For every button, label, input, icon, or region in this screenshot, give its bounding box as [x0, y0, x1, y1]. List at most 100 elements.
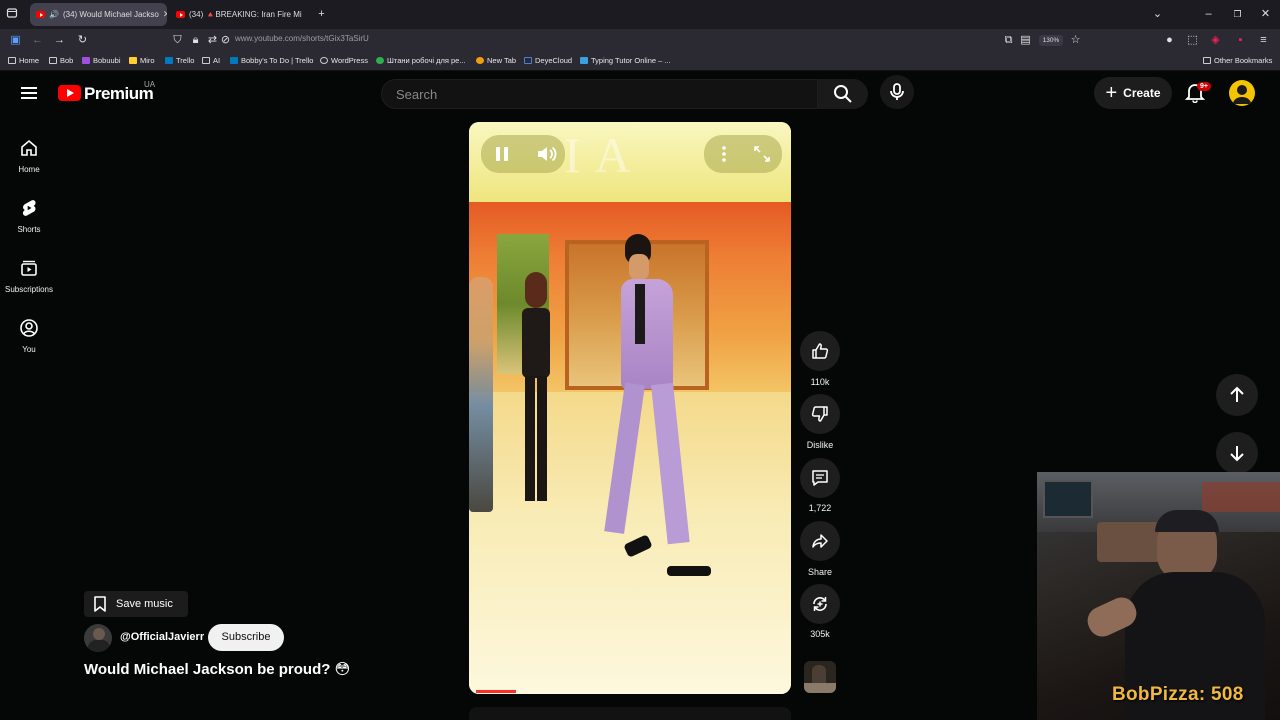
bookmark-miro[interactable]: Miro: [129, 56, 155, 65]
bookmark-trello[interactable]: Trello: [165, 56, 194, 65]
pause-button[interactable]: [485, 137, 519, 171]
sidebar-item-you[interactable]: You: [0, 308, 58, 360]
bookmark-label: DeyeCloud: [535, 56, 573, 65]
like-count: 110k: [810, 377, 830, 387]
bookmark-label: Typing Tutor Online – ...: [591, 56, 671, 65]
like-button[interactable]: [800, 331, 840, 371]
dislike-button[interactable]: [800, 394, 840, 434]
channel-avatar[interactable]: [84, 624, 112, 652]
maximize-icon[interactable]: ❐: [1230, 7, 1245, 22]
video-person-left: [469, 277, 493, 512]
bookmark-shtany[interactable]: Штани робочі для ре...: [376, 56, 466, 65]
minimize-icon[interactable]: –: [1201, 7, 1216, 22]
volume-button[interactable]: [529, 137, 563, 171]
voice-search-button[interactable]: [880, 75, 914, 109]
sidebar-toggle-icon[interactable]: ▣: [8, 33, 23, 48]
extension-icon[interactable]: ◈: [1208, 33, 1223, 48]
create-button[interactable]: + Create: [1094, 77, 1172, 109]
bookmark-label: Bobuubi: [93, 56, 121, 65]
menu-line: [21, 97, 37, 99]
tab-overview-icon[interactable]: [5, 7, 19, 21]
bookmarks-bar: Home Bob Bobuubi Miro Trello AI Bobby's …: [0, 52, 1280, 71]
video-watermark: IA: [564, 127, 645, 183]
browser-tab-bar: 🔊 (34) Would Michael Jackso ✕ (34) 🔺BREA…: [0, 0, 1280, 29]
bookmark-home[interactable]: Home: [8, 56, 39, 65]
webcam-overlay: [1037, 472, 1280, 720]
tab-inactive[interactable]: (34) 🔺BREAKING: Iran Fire Mi ✕: [170, 3, 305, 26]
bookmark-icon: [94, 596, 106, 612]
zoom-level[interactable]: 130%: [1039, 35, 1063, 46]
bookmark-bob[interactable]: Bob: [49, 56, 73, 65]
share-button[interactable]: [800, 521, 840, 561]
lock-icon[interactable]: 🔒︎: [188, 33, 203, 48]
shield-icon[interactable]: ⛉: [170, 33, 185, 48]
next-short-button[interactable]: [1216, 432, 1258, 474]
more-options-button[interactable]: [707, 137, 741, 171]
url-bar[interactable]: www.youtube.com/shorts/tGix3TaSirU: [235, 34, 369, 43]
short-title[interactable]: Would Michael Jackson be proud? 😳: [84, 660, 350, 678]
tab-active[interactable]: 🔊 (34) Would Michael Jackso ✕: [30, 3, 167, 26]
no-tracking-icon[interactable]: ⊘: [218, 33, 233, 48]
bookmark-label: Bob: [60, 56, 74, 65]
bookmark-star-icon[interactable]: ☆: [1068, 33, 1083, 48]
account-icon[interactable]: ●: [1162, 33, 1177, 48]
youtube-logo-icon[interactable]: [58, 85, 81, 101]
bookmark-typing-tutor[interactable]: Typing Tutor Online – ...: [580, 56, 671, 65]
save-music-button[interactable]: Save music: [84, 591, 188, 617]
arrow-up-icon: [1230, 386, 1244, 402]
app-menu-icon[interactable]: ≡: [1256, 33, 1271, 48]
new-tab-icon[interactable]: +: [314, 7, 329, 22]
logo-text[interactable]: Premium: [84, 84, 154, 104]
sidebar-item-home[interactable]: Home: [0, 128, 58, 180]
sidebar-item-shorts[interactable]: Shorts: [0, 188, 58, 240]
extensions-icon[interactable]: ⬚: [1185, 33, 1200, 48]
reload-icon[interactable]: ↻: [75, 33, 90, 48]
hamburger-menu-icon[interactable]: [14, 81, 44, 105]
bookmark-ai[interactable]: AI: [202, 56, 220, 65]
youtube-favicon-icon: [36, 11, 45, 18]
subscribe-button[interactable]: Subscribe: [208, 624, 284, 651]
remix-button[interactable]: [800, 584, 840, 624]
other-bookmarks[interactable]: Other Bookmarks: [1203, 56, 1272, 65]
close-tab-icon[interactable]: ✕: [163, 9, 167, 20]
bookmark-deyecloud[interactable]: DeyeCloud: [524, 56, 572, 65]
menu-line: [21, 92, 37, 94]
channel-name[interactable]: @OfficialJavierr: [120, 631, 204, 643]
expand-icon: [754, 146, 770, 162]
screenshot-icon[interactable]: ⧉: [1001, 33, 1016, 48]
arrow-down-icon: [1230, 446, 1244, 462]
bookmark-label: New Tab: [487, 56, 517, 65]
stream-overlay-counter: BobPizza: 508: [1112, 684, 1244, 705]
search-icon: [834, 85, 852, 103]
search-button[interactable]: [818, 79, 868, 109]
webcam-streamer-cap: [1155, 510, 1219, 532]
folder-icon: [202, 57, 210, 64]
reader-view-icon[interactable]: ▤: [1018, 33, 1033, 48]
bookmark-bobuubi[interactable]: Bobuubi: [82, 56, 121, 65]
tab-list-chevron-icon[interactable]: ⌄: [1150, 7, 1165, 22]
video-woman: [517, 272, 557, 522]
close-window-icon[interactable]: ✕: [1258, 7, 1273, 22]
bookmark-todo[interactable]: Bobby's To Do | Trello: [230, 56, 313, 65]
back-icon[interactable]: ←: [30, 33, 45, 48]
shorts-video-player[interactable]: IA: [469, 122, 791, 694]
bookmark-favicon-icon: [476, 57, 484, 64]
video-progress-bar[interactable]: [476, 690, 516, 693]
bookmark-wordpress[interactable]: WordPress: [320, 56, 368, 65]
extension-badge-icon[interactable]: ▪: [1233, 33, 1248, 48]
search-input[interactable]: [396, 87, 796, 102]
avatar[interactable]: [1229, 80, 1255, 106]
speaker-icon[interactable]: 🔊: [49, 10, 59, 19]
bookmark-new-tab[interactable]: New Tab: [476, 56, 516, 65]
thumbs-up-icon: [812, 343, 829, 359]
forward-icon[interactable]: →: [52, 33, 67, 48]
bookmark-label: Home: [19, 56, 40, 65]
you-icon: [20, 319, 38, 337]
sidebar-item-subscriptions[interactable]: Subscriptions: [0, 248, 58, 300]
comments-button[interactable]: [800, 458, 840, 498]
previous-short-button[interactable]: [1216, 374, 1258, 416]
fullscreen-button[interactable]: [745, 137, 779, 171]
search-box[interactable]: [381, 79, 818, 109]
sound-thumbnail[interactable]: [804, 661, 836, 693]
bookmark-favicon-icon: [376, 57, 384, 64]
